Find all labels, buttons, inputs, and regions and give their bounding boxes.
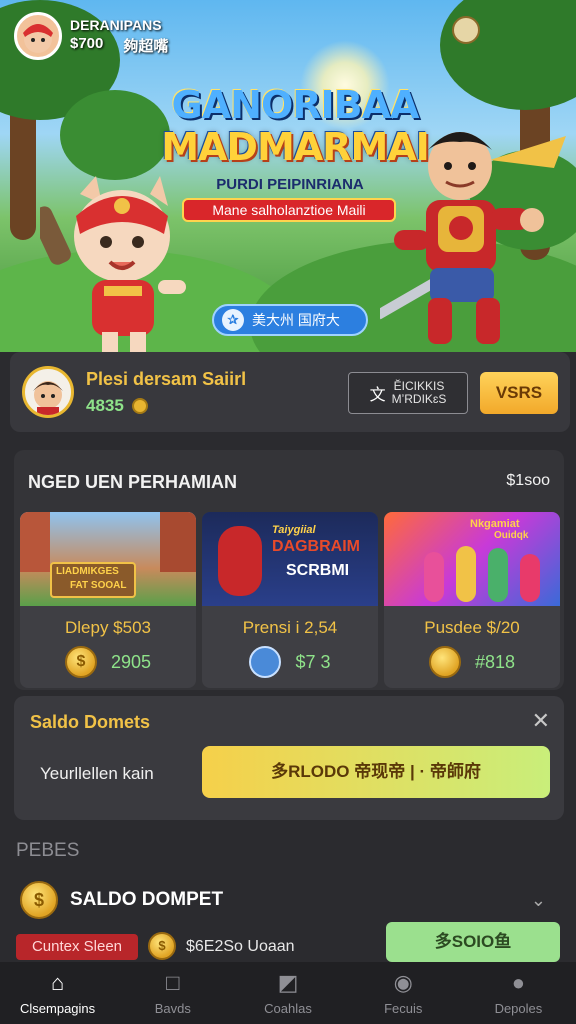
nav-label: Clsempagins [20,1000,96,1016]
nav-label: Depoles [494,1000,543,1016]
language-label-line2: MʼRDIKɛS [391,392,447,406]
language-label-line1: ĔICIKKIS [393,379,445,393]
profile-info: Plesi dersam Saiirl 4835 [86,369,246,416]
vsrs-button[interactable]: VSRS [480,372,558,414]
wallet-row-title: SALDO DOMPET [70,889,224,910]
hero-tagline: Mane salholanztioe Maili [182,198,396,222]
focus-icon: ◉ [393,969,413,995]
nav-item-cards[interactable]: □ Bavds [115,962,230,1024]
coin-icon: $ [64,646,97,678]
game-thumbnail: Taiygiial DAGBRAIM SCRBMI [202,512,378,606]
games-total: $1soo [506,472,550,489]
chevron-down-icon[interactable]: ⌄ [531,890,546,911]
profile-coins: 4835 [86,396,246,416]
nav-label: Coahlas [264,1000,312,1016]
character-avatar-icon [249,646,282,678]
game-thumbnail: LIADMIKGES FAT SOOAL [20,512,196,606]
cards-icon: □ [166,969,180,995]
coin-balance: $700 [70,34,104,52]
user-icon: ● [511,969,526,995]
game-thumb-title: LIADMIKGES [56,566,119,577]
user-info: DERANIPANS $700 夠超嘴 [70,17,168,56]
language-label: ĔICIKKIS MʼRDIKɛS [392,380,447,406]
game-count: 2905 [110,651,152,672]
nav-label: Fecuis [384,1000,423,1016]
game-thumb-title: DAGBRAIM [272,538,360,555]
wallet-balance-text: $6E2So Uoaan [186,938,295,955]
game-thumb-tag: Taiygiial [272,524,316,536]
game-meta: #818 [384,646,560,678]
section-label: PEBES [16,840,80,861]
status-badge: Cuntex Sleen [16,934,138,960]
user-stats: $700 夠超嘴 [70,35,168,56]
avatar[interactable] [14,12,62,60]
game-meta: $7 3 [202,646,378,678]
nav-item-focus[interactable]: ◉ Fecuis [346,962,461,1024]
game-thumb-title: Nkgamiat [470,518,520,530]
hero-banner[interactable]: GANORIBAA MADMARMAI PURDI PEIPINRIANA Ma… [0,0,576,352]
game-price: Pusdee $/20 [424,618,520,637]
wallet-action-button[interactable]: 多RLODO 帝现帝 | · 帝師府 [202,746,550,798]
language-icon: 文 [369,387,386,404]
game-count: #818 [474,651,516,672]
app-screen: GANORIBAA MADMARMAI PURDI PEIPINRIANA Ma… [0,0,576,1024]
game-card[interactable]: LIADMIKGES FAT SOOAL Dlepy $503 $ 2905 [20,512,196,688]
profile-coin-value: 4835 [86,395,124,415]
games-section: NGED UEN PERHAMIAN $1soo LIADMIKGES FAT … [14,450,564,690]
wallet-panel-title: Saldo Domets [30,712,151,732]
medal-icon[interactable] [452,16,480,44]
coin-icon: $ [20,881,58,919]
game-thumb-subtitle: SCRBMI [286,562,350,579]
profile-avatar[interactable] [22,366,74,418]
game-price: Prensi i 2,54 [242,618,338,637]
rank-text: 夠超嘴 [123,37,169,55]
game-thumb-subtitle: Ouidqk [494,530,529,541]
user-strip[interactable]: DERANIPANS $700 夠超嘴 [14,12,168,60]
home-icon: ⌂ [50,969,65,995]
game-count: $7 3 [295,651,331,672]
profile-card: Plesi dersam Saiirl 4835 文 ĔICIKKIS MʼR… [10,352,570,432]
wallet-detail-row: Cuntex Sleen $ $6E2So Uoaan 多SOIO鱼 [16,922,560,962]
bottom-nav: ⌂ Clsempagins □ Bavds ◩ Coahlas ◉ Fecuis… [0,962,576,1024]
nav-item-gallery[interactable]: ◩ Coahlas [230,962,345,1024]
username: DERANIPANS [70,16,162,33]
feather-icon: ✰ [222,309,244,331]
nav-item-home[interactable]: ⌂ Clsempagins [0,962,115,1024]
profile-name: Plesi dersam Saiirl [86,368,247,389]
hero-subtitle: PURDI PEIPINRIANA [216,176,364,193]
wallet-panel-label: Yeurllellen kain [40,764,154,783]
game-card[interactable]: Nkgamiat Ouidqk Pusdee $/20 #818 [384,512,560,688]
wallet-confirm-button[interactable]: 多SOIO鱼 [386,922,560,962]
hero-pill-label: 美大州 国府大 [252,312,340,328]
avatar-face-icon [23,24,53,53]
game-price: Dlepy $503 [64,618,151,637]
game-thumbnail: Nkgamiat Ouidqk [384,512,560,606]
games-section-title: NGED UEN PERHAMIAN [28,472,238,492]
cartoon-hero-character [380,132,566,344]
wallet-panel: Saldo Domets ✕ Yeurllellen kain 多RLODO 帝… [14,696,564,820]
profile-face-icon [33,381,63,415]
nav-item-profile[interactable]: ● Depoles [461,962,576,1024]
game-card[interactable]: Taiygiial DAGBRAIM SCRBMI Prensi i 2,54 … [202,512,378,688]
close-icon[interactable]: ✕ [532,708,550,734]
game-thumb-subtitle: FAT SOOAL [70,580,127,591]
wallet-row[interactable]: $ SALDO DOMPET ⌄ [20,880,556,920]
cartoon-girl-character [40,176,186,352]
coin-stack-icon [428,646,461,678]
game-meta: $ 2905 [20,646,196,678]
language-button[interactable]: 文 ĔICIKKIS MʼRDIKɛS [348,372,468,414]
hero-pill-button[interactable]: ✰ 美大州 国府大 [212,304,368,336]
coin-icon: $ [148,932,176,960]
nav-label: Bavds [154,1000,191,1016]
image-icon: ◩ [277,969,299,995]
coin-icon [131,397,148,414]
